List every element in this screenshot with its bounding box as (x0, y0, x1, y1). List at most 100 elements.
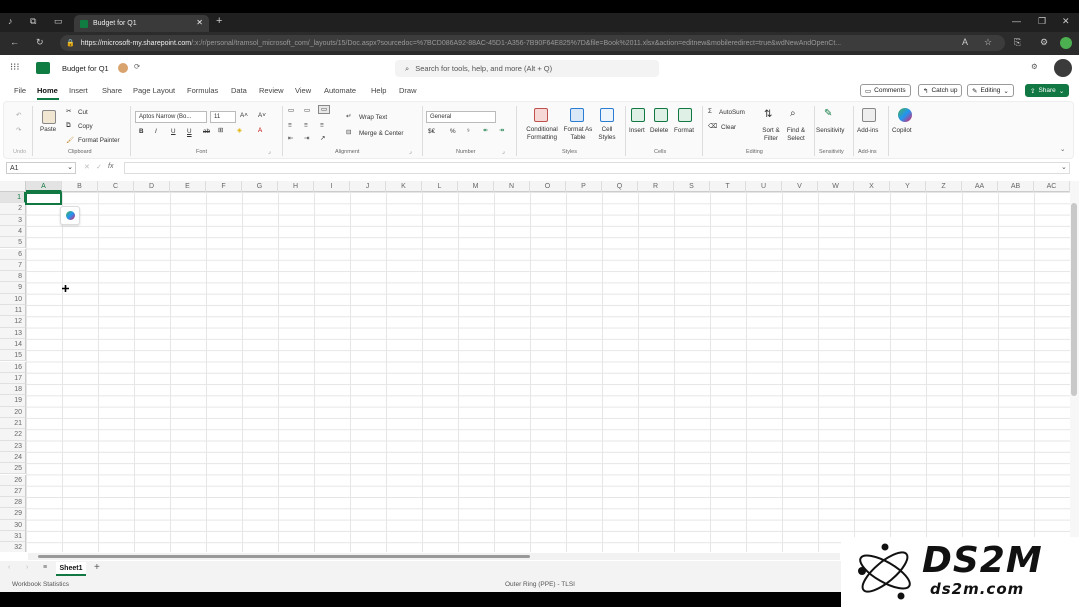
column-header[interactable]: L (422, 181, 458, 192)
tab-help[interactable]: Help (371, 86, 386, 95)
cut-button[interactable]: Cut (78, 109, 88, 116)
column-header[interactable]: V (782, 181, 818, 192)
row-header[interactable]: 1 (0, 192, 26, 204)
column-header[interactable]: K (386, 181, 422, 192)
column-header[interactable]: AB (998, 181, 1034, 192)
row-header[interactable]: 19 (0, 395, 26, 407)
cell-area[interactable] (26, 192, 1070, 552)
row-header[interactable]: 32 (0, 542, 26, 552)
close-tab-icon[interactable]: ✕ (196, 18, 203, 27)
delete-cells-button[interactable]: Delete (650, 127, 668, 134)
new-tab-icon[interactable]: + (216, 15, 222, 27)
row-header[interactable]: 27 (0, 485, 26, 498)
column-header[interactable]: D (134, 181, 170, 192)
column-header[interactable]: Z (926, 181, 962, 192)
format-cells-button[interactable]: Format (674, 127, 694, 134)
add-ins-button[interactable]: Add-ins (857, 127, 878, 134)
user-avatar[interactable] (1054, 59, 1072, 77)
row-header[interactable]: 10 (0, 293, 26, 305)
edge-profile-icon[interactable]: ♪ (8, 16, 13, 26)
tab-view[interactable]: View (295, 86, 311, 95)
close-window-icon[interactable]: ✕ (1062, 16, 1070, 27)
vertical-scroll-thumb[interactable] (1071, 203, 1077, 396)
increase-decimal-icon[interactable]: ↞ (483, 127, 488, 134)
workspaces-icon[interactable]: ⧉ (30, 16, 36, 27)
cancel-entry-icon[interactable]: ✕ (84, 163, 90, 171)
next-sheet-icon[interactable]: › (26, 564, 28, 571)
row-header[interactable]: 28 (0, 497, 26, 509)
tab-data[interactable]: Data (231, 86, 247, 95)
row-header[interactable]: 6 (0, 248, 26, 260)
column-header[interactable]: Y (890, 181, 926, 192)
row-header[interactable]: 11 (0, 305, 26, 317)
column-header[interactable]: G (242, 181, 278, 192)
align-bottom-icon[interactable]: ▭ (318, 105, 330, 114)
settings-gear-icon[interactable]: ⚙ (1031, 62, 1038, 71)
column-header[interactable]: T (710, 181, 746, 192)
percent-icon[interactable]: % (450, 128, 456, 135)
row-header[interactable]: 12 (0, 316, 26, 328)
column-header[interactable]: AC (1034, 181, 1070, 192)
alignment-dialog-launcher-icon[interactable]: ⌟ (409, 148, 412, 155)
sort-filter-button[interactable]: Sort & Filter (758, 127, 784, 143)
column-header[interactable]: A (26, 181, 62, 192)
tab-actions-icon[interactable]: ▭ (54, 16, 63, 27)
favorite-star-icon[interactable]: ☆ (984, 37, 992, 48)
font-color-icon[interactable]: A (258, 127, 262, 134)
worksheet-grid[interactable]: A B C D E F G H I J K L M N O P Q R S T U V W X Y Z AA AB AC 1234567… (0, 181, 1070, 552)
column-header[interactable]: Q (602, 181, 638, 192)
document-title[interactable]: Budget for Q1 (62, 64, 109, 73)
row-header[interactable]: 2 (0, 203, 26, 215)
confirm-entry-icon[interactable]: ✓ (96, 163, 102, 171)
sensitivity-button[interactable]: Sensitivity (816, 127, 844, 134)
fill-color-icon[interactable]: ◈ (237, 127, 242, 134)
column-header[interactable]: P (566, 181, 602, 192)
row-header[interactable]: 3 (0, 214, 26, 226)
tab-share[interactable]: Share (102, 86, 122, 95)
extensions-icon[interactable]: ⚙ (1040, 37, 1048, 48)
catch-up-button[interactable]: ↰ Catch up (918, 84, 963, 97)
tab-file[interactable]: File (14, 86, 26, 95)
copilot-browser-icon[interactable] (1060, 37, 1072, 49)
font-dialog-launcher-icon[interactable]: ⌟ (268, 148, 271, 155)
column-header[interactable]: R (638, 181, 674, 192)
selected-cell-a1[interactable] (25, 192, 62, 205)
row-header[interactable]: 13 (0, 327, 26, 339)
share-button[interactable]: ⇪ Share ⌄ (1025, 84, 1070, 97)
increase-font-icon[interactable]: A˄ (240, 112, 248, 119)
url-field[interactable]: 🔒 https://microsoft-my.sharepoint.com/:x… (60, 35, 1005, 51)
row-header[interactable]: 23 (0, 440, 26, 452)
search-box[interactable]: ⌕ Search for tools, help, and more (Alt … (395, 60, 659, 77)
row-header[interactable]: 9 (0, 282, 26, 294)
column-header[interactable]: B (62, 181, 98, 192)
insert-function-icon[interactable]: fx (108, 163, 113, 170)
align-center-icon[interactable]: ≡ (304, 122, 308, 129)
merge-center-button[interactable]: Merge & Center (359, 130, 403, 137)
conditional-formatting-button[interactable]: Conditional Formatting (522, 126, 562, 142)
tab-automate[interactable]: Automate (324, 86, 356, 95)
font-name-dropdown[interactable]: Aptos Narrow (Bo... (135, 111, 207, 123)
minimize-icon[interactable]: — (1012, 16, 1021, 26)
row-header[interactable]: 30 (0, 519, 26, 531)
undo-icon[interactable]: ↶ (16, 112, 21, 119)
column-header[interactable]: H (278, 181, 314, 192)
align-left-icon[interactable]: ≡ (288, 122, 292, 129)
back-icon[interactable]: ← (10, 37, 19, 47)
tab-draw[interactable]: Draw (399, 86, 417, 95)
horizontal-scroll-thumb[interactable] (38, 555, 530, 558)
clear-button[interactable]: Clear (721, 124, 736, 131)
find-select-button[interactable]: Find & Select (783, 127, 809, 143)
ribbon-collapse-chevron-icon[interactable]: ⌄ (1060, 146, 1065, 153)
expand-formula-chevron-icon[interactable]: ⌄ (1061, 163, 1067, 171)
number-format-dropdown[interactable]: General (426, 111, 496, 123)
sheet-tab[interactable]: Sheet1 (56, 562, 86, 576)
orientation-icon[interactable]: ↗ (320, 135, 325, 142)
strikethrough-icon[interactable]: ab (203, 128, 210, 135)
row-header[interactable]: 26 (0, 474, 26, 486)
copilot-button[interactable]: Copilot (892, 127, 912, 134)
column-header[interactable]: J (350, 181, 386, 192)
autosum-button[interactable]: AutoSum (719, 109, 745, 116)
cell-styles-button[interactable]: Cell Styles (594, 126, 620, 142)
tab-formulas[interactable]: Formulas (187, 86, 218, 95)
decrease-font-icon[interactable]: A˅ (258, 112, 266, 119)
